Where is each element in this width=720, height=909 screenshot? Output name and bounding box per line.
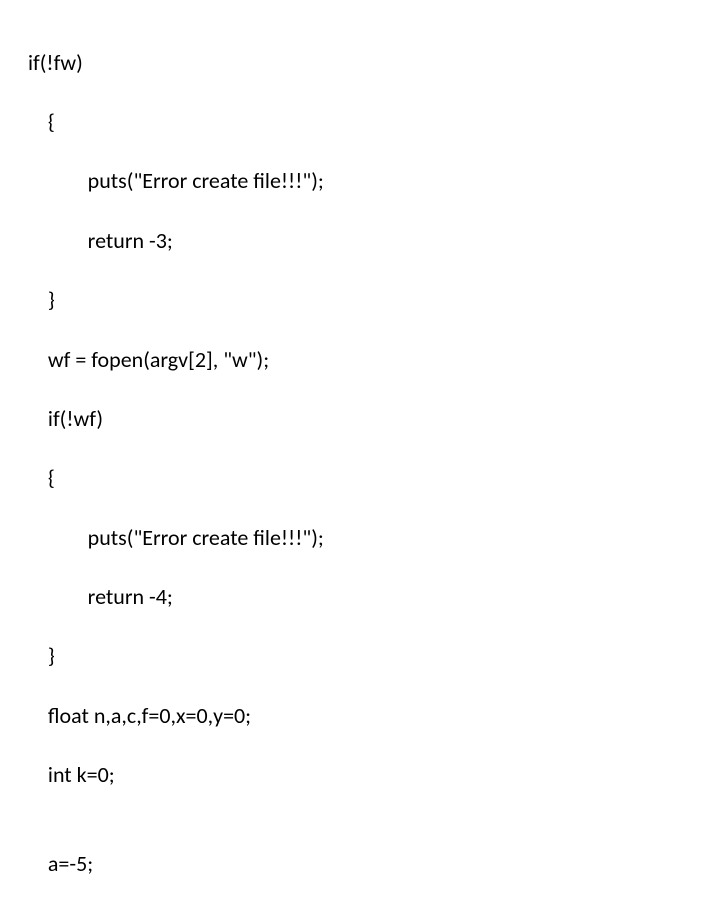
code-line: float n,a,c,f=0,x=0,y=0; [28,701,720,731]
code-line: } [28,641,720,671]
code-line: if(!wf) [28,404,720,434]
code-block: if(!fw) { puts("Error create file!!!"); … [0,0,720,909]
code-line: { [28,463,720,493]
code-line: puts("Error create file!!!"); [28,523,720,553]
code-line: wf = fopen(argv[2], "w"); [28,345,720,375]
code-line: if(!fw) [28,48,720,78]
code-line: puts("Error create file!!!"); [28,166,720,196]
code-line: } [28,285,720,315]
code-line: { [28,107,720,137]
code-line: return -4; [28,582,720,612]
code-line: return -3; [28,226,720,256]
code-line: a=-5; [28,849,720,879]
code-line: int k=0; [28,760,720,790]
